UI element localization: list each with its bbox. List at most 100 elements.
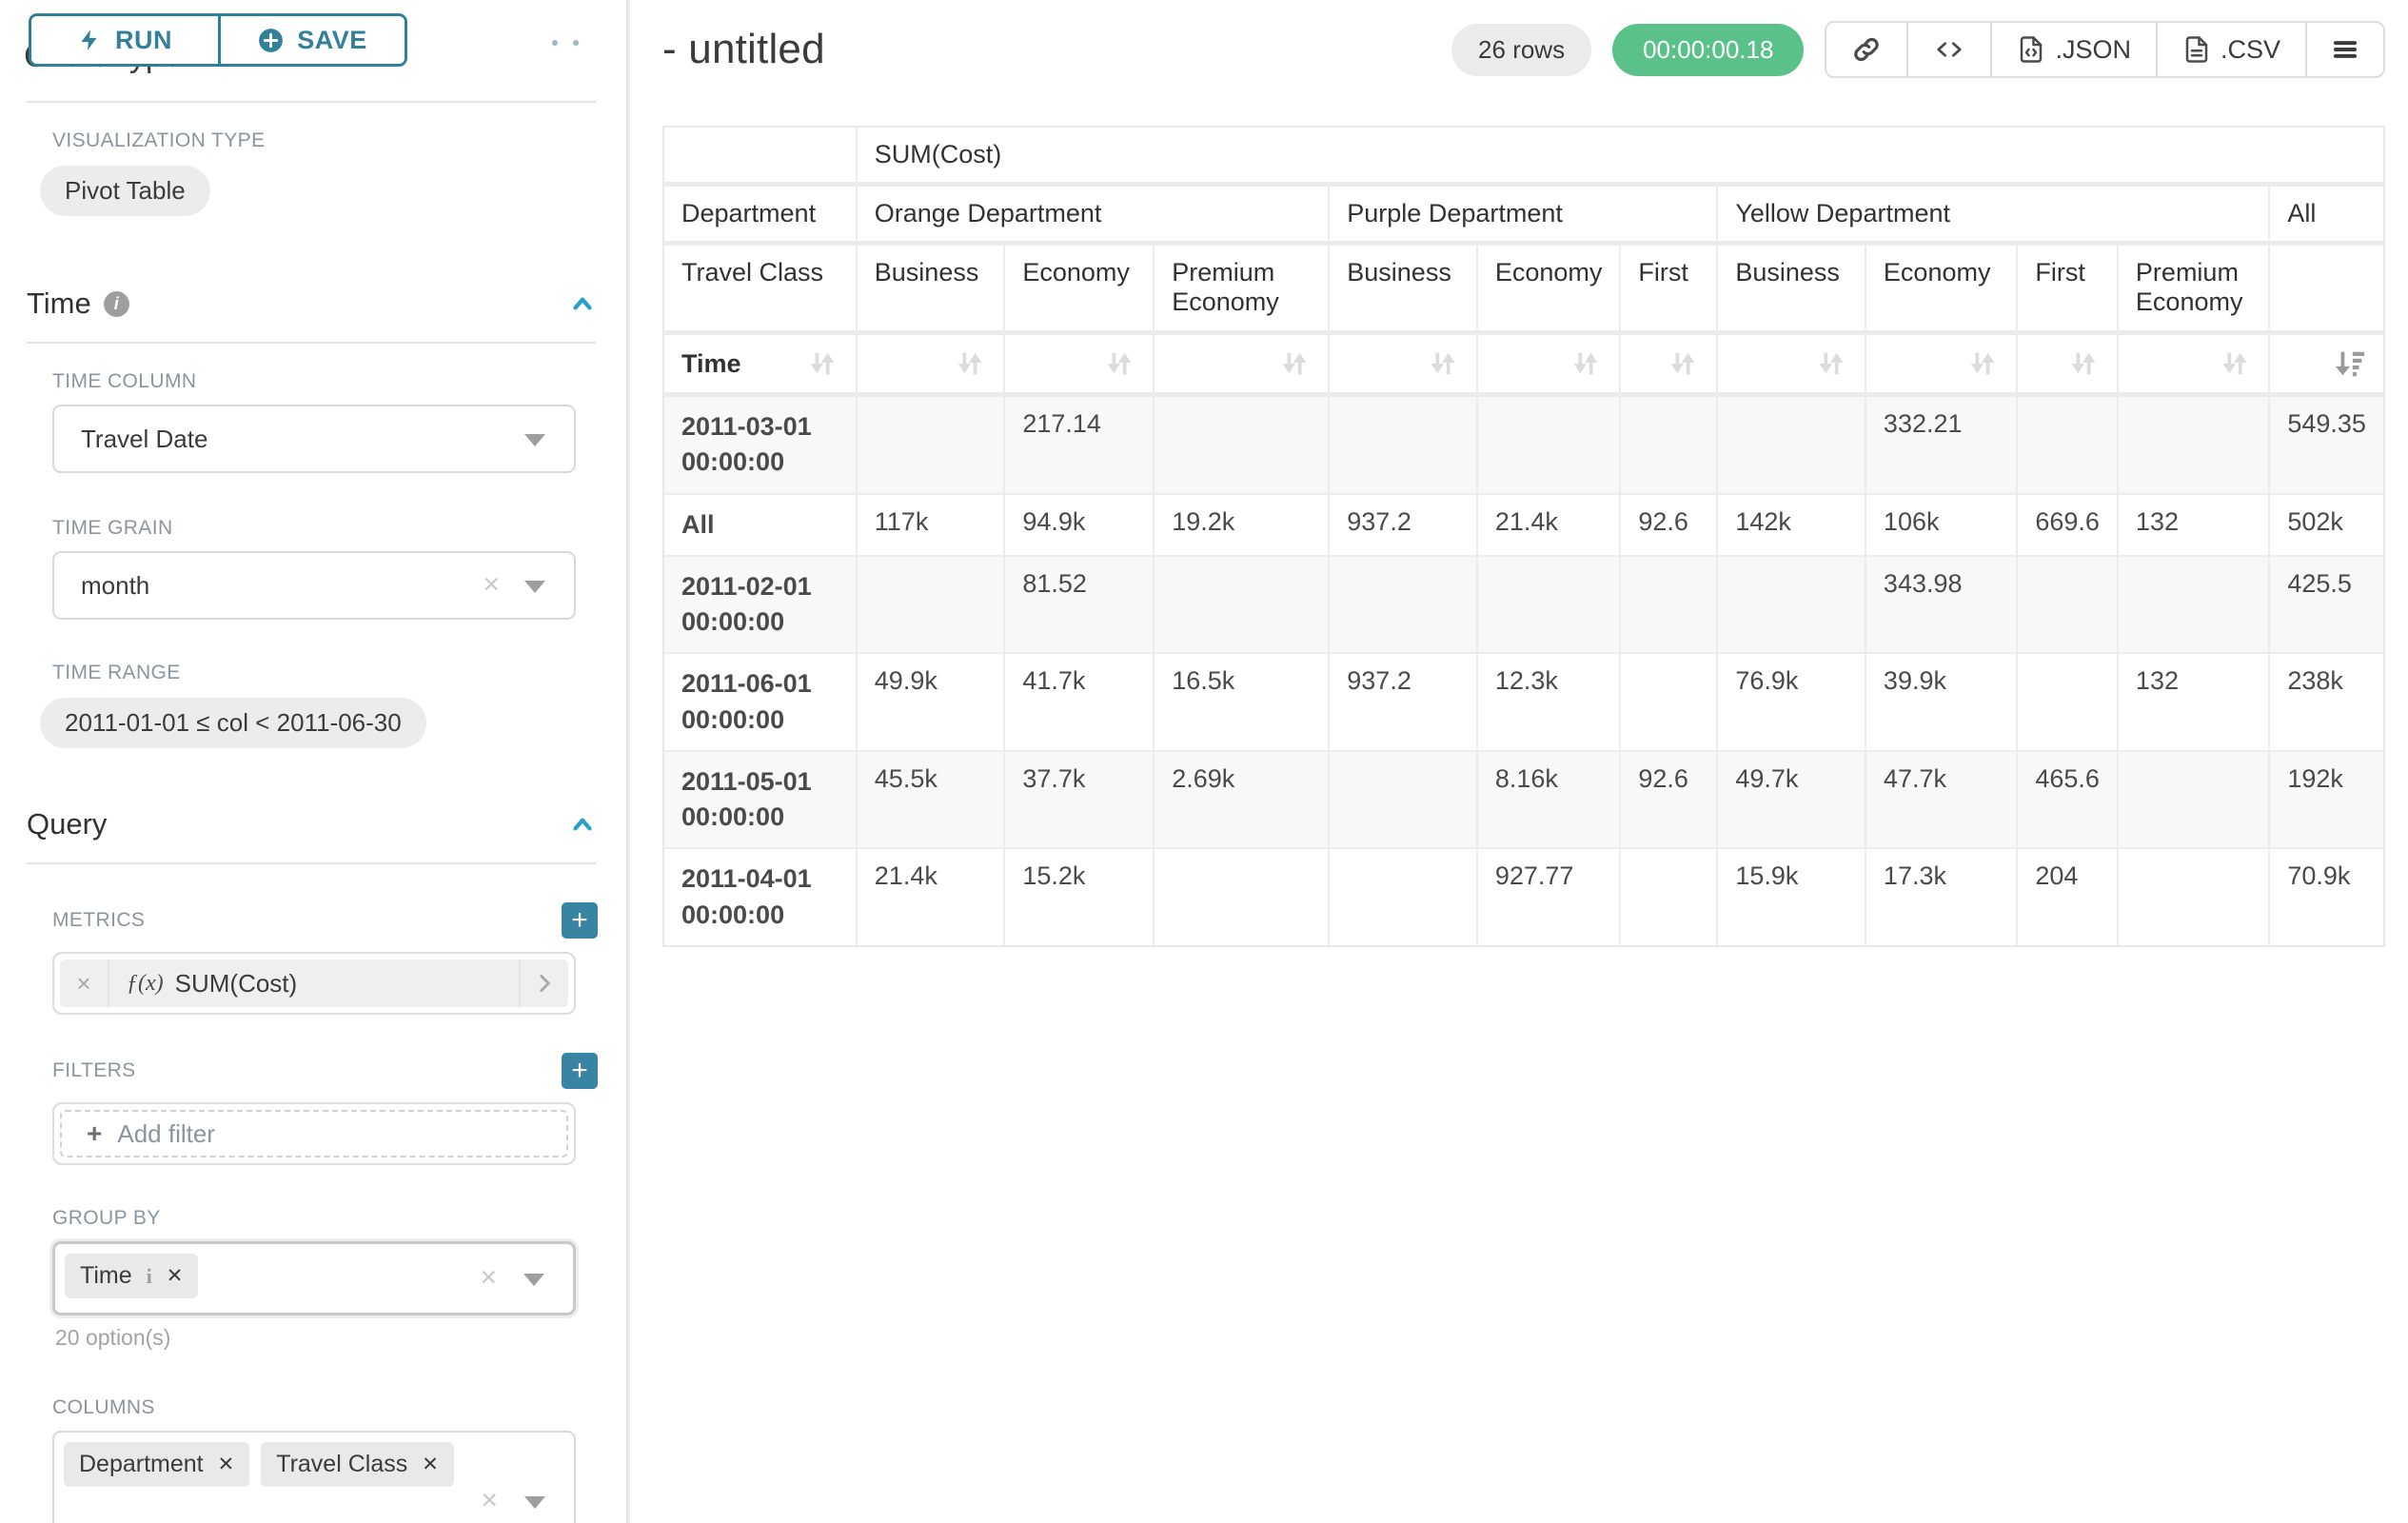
pivot-cell: 15.2k [1005,849,1155,945]
more-options-button[interactable] [2307,23,2383,76]
time-section-header[interactable]: Time i [27,287,597,321]
sort-toggle[interactable] [1621,335,1718,397]
code-icon [1933,35,1965,64]
columns-tag[interactable]: Department✕ [64,1442,249,1487]
run-button-label: RUN [115,26,172,55]
view-query-button[interactable] [1908,23,1992,76]
sort-up-down-icon [806,347,839,380]
pivot-cell: 937.2 [1330,654,1478,752]
sort-toggle[interactable] [1866,335,2018,397]
sort-toggle[interactable] [1718,335,1866,397]
add-filter-label: Add filter [117,1119,215,1149]
row-label: 2011-02-01 00:00:00 [664,557,858,655]
export-json-button[interactable]: .JSON [1992,23,2158,76]
time-column-select[interactable]: Travel Date [52,405,576,473]
row-label: 2011-04-01 00:00:00 [664,849,858,945]
remove-tag-icon[interactable]: ✕ [422,1453,439,1476]
caret-down-icon [524,1496,545,1509]
sort-toggle[interactable] [2119,335,2270,397]
metric-pill[interactable]: × ƒ(x) SUM(Cost) [60,959,568,1007]
superset-explore-app: Chart Type RUN SAVE VISUALIZATION TYPE P… [0,0,2408,1523]
chevron-up-icon[interactable] [568,289,597,318]
sort-up-down-icon [1103,347,1135,380]
pivot-cell [1621,397,1718,495]
pivot-cell: 8.16k [1478,752,1622,850]
pivot-cell: 192k [2270,752,2383,850]
sort-toggle[interactable] [2018,335,2119,397]
caret-down-icon [524,434,545,446]
sort-toggle[interactable] [858,335,1006,397]
chevron-up-icon[interactable] [568,810,597,839]
panel-resize-dots[interactable] [552,40,579,46]
pivot-cell [858,557,1006,655]
sort-toggle[interactable] [1155,335,1330,397]
add-filter-plus-button[interactable]: + [562,1053,598,1089]
pivot-cell [1718,397,1866,495]
remove-tag-icon[interactable]: ✕ [167,1264,184,1288]
travel-class-header: Business [858,246,1006,335]
chart-panel: - untitled 26 rows 00:00:00.18 .JSON [628,0,2408,1523]
department-header: Orange Department [858,187,1330,246]
remove-tag-icon[interactable]: ✕ [218,1453,235,1476]
sort-up-down-icon [1667,347,1699,380]
remove-metric-icon[interactable]: × [60,959,109,1007]
export-csv-button[interactable]: .CSV [2158,23,2307,76]
export-csv-label: .CSV [2220,35,2280,65]
pivot-cell: 204 [2018,849,2119,945]
file-csv-icon [2182,34,2211,65]
clear-icon[interactable]: × [480,1263,497,1292]
clear-icon[interactable]: × [481,1486,498,1514]
time-column-label: TIME COLUMN [52,370,598,393]
run-button[interactable]: RUN [31,16,218,64]
time-grain-label: TIME GRAIN [52,517,598,540]
pivot-cell: 81.52 [1005,557,1155,655]
columns-select[interactable]: Department✕ Travel Class✕ × [52,1431,576,1523]
time-dim-sort-cell[interactable]: Time [664,335,858,397]
department-header: Yellow Department [1718,187,2270,246]
query-section-header[interactable]: Query [27,807,597,841]
group-by-select[interactable]: Timei✕ × [52,1241,576,1315]
pivot-cell: 937.2 [1330,495,1478,557]
chart-title[interactable]: - untitled [662,26,825,73]
save-button[interactable]: SAVE [218,16,405,64]
pivot-cell [2119,557,2270,655]
time-range-label: TIME RANGE [52,662,598,684]
row-label: 2011-03-01 00:00:00 [664,397,858,495]
pivot-table-body: 2011-03-01 00:00:00217.14332.21549.35All… [664,397,2383,945]
group-by-tag[interactable]: Timei✕ [65,1254,198,1298]
add-filter-button[interactable]: + Add filter [60,1110,568,1157]
pivot-cell: 39.9k [1866,654,2018,752]
pivot-cell [2119,752,2270,850]
department-header: Purple Department [1330,187,1718,246]
sort-toggle[interactable] [1005,335,1155,397]
pivot-cell [2018,397,2119,495]
metric-label: ƒ(x) SUM(Cost) [109,959,519,1007]
columns-tag[interactable]: Travel Class✕ [261,1442,454,1487]
time-grain-select[interactable]: month × [52,551,576,620]
visualization-type-label: VISUALIZATION TYPE [52,129,598,152]
travel-class-header: Economy [1866,246,2018,335]
clear-icon[interactable]: × [483,570,500,599]
visualization-type-value[interactable]: Pivot Table [40,166,210,216]
copy-link-button[interactable] [1826,23,1908,76]
pivot-cell [1155,849,1330,945]
pivot-cell: 16.5k [1155,654,1330,752]
pivot-cell [1155,557,1330,655]
pivot-cell: 76.9k [1718,654,1866,752]
pivot-cell: 142k [1718,495,1866,557]
pivot-metric-row: SUM(Cost) [664,128,2383,187]
pivot-cell: 49.7k [1718,752,1866,850]
department-header: All [2270,187,2383,246]
sort-toggle[interactable] [1330,335,1478,397]
pivot-cell: 12.3k [1478,654,1622,752]
pivot-cell: 92.6 [1621,752,1718,850]
sort-toggle[interactable] [2270,335,2383,397]
add-metric-button[interactable]: + [562,902,598,939]
expand-metric-button[interactable] [519,959,568,1007]
pivot-cell [1330,849,1478,945]
time-range-value[interactable]: 2011-01-01 ≤ col < 2011-06-30 [40,698,426,748]
pivot-cell [1330,752,1478,850]
sort-up-down-icon [1815,347,1847,380]
sort-toggle[interactable] [1478,335,1622,397]
pivot-cell [1621,557,1718,655]
